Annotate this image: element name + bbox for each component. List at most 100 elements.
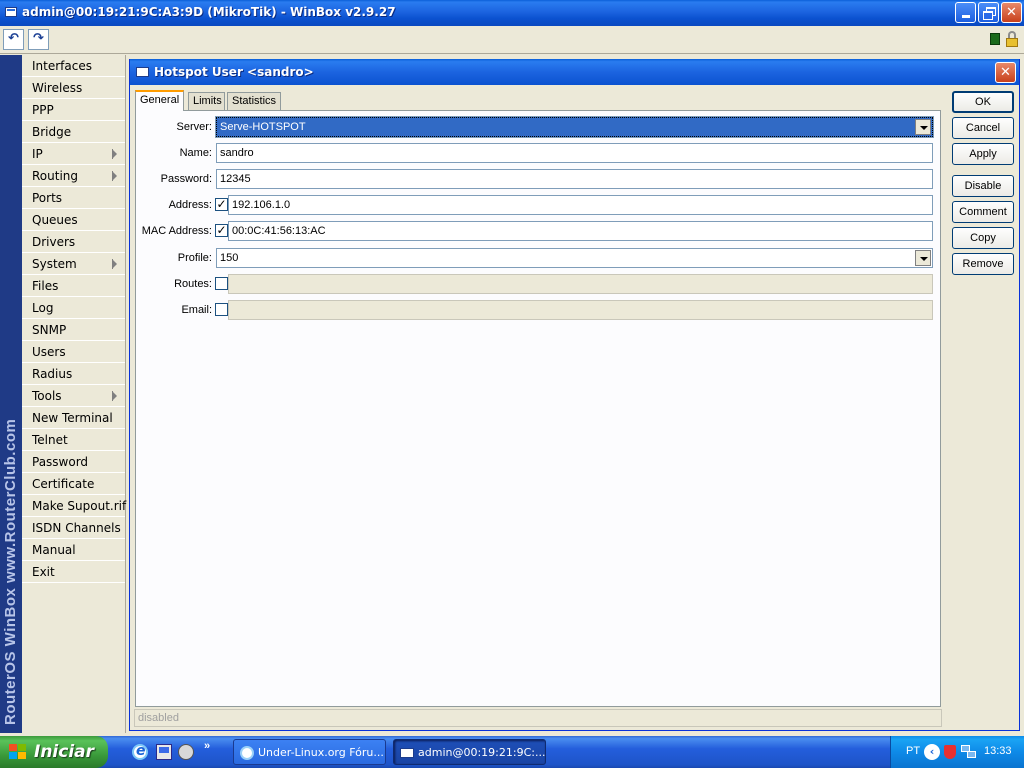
start-button[interactable]: Iniciar [0, 736, 108, 768]
toolbar: ↶ ↷ [0, 26, 1024, 54]
address-checkbox[interactable]: ✓ [215, 198, 228, 211]
taskbar-item-winbox[interactable]: admin@00:19:21:9C:... [393, 739, 546, 765]
menu-item-bridge[interactable]: Bridge [22, 121, 125, 143]
menu-item-label: Bridge [32, 125, 72, 139]
password-label: Password: [160, 173, 212, 185]
menu-item-users[interactable]: Users [22, 341, 125, 363]
menu-item-exit[interactable]: Exit [22, 561, 125, 583]
tab-general[interactable]: General [135, 90, 184, 111]
menu-item-make-supout-rif[interactable]: Make Supout.rif [22, 495, 127, 517]
menu-item-label: Queues [32, 213, 78, 227]
email-checkbox[interactable] [215, 303, 228, 316]
profile-dropdown-arrow-icon[interactable] [915, 250, 931, 266]
menu-item-isdn-channels[interactable]: ISDN Channels [22, 517, 125, 539]
profile-value: 150 [220, 252, 239, 264]
menu-item-wireless[interactable]: Wireless [22, 77, 125, 99]
language-indicator[interactable]: PT [906, 745, 920, 757]
internet-explorer-icon[interactable] [132, 743, 148, 760]
menu-item-label: System [32, 257, 77, 271]
window-titlebar: admin@00:19:21:9C:A3:9D (MikroTik) - Win… [0, 0, 1024, 26]
menu-item-ports[interactable]: Ports [22, 187, 125, 209]
close-icon: ✕ [1000, 65, 1011, 80]
menu-item-label: Certificate [32, 477, 95, 491]
menu-item-certificate[interactable]: Certificate [22, 473, 125, 495]
routes-checkbox[interactable] [215, 277, 228, 290]
taskbar-item-label: admin@00:19:21:9C:... [418, 746, 546, 759]
remove-button[interactable]: Remove [952, 253, 1014, 275]
routes-input [228, 274, 933, 294]
security-shield-icon[interactable] [944, 745, 956, 759]
winbox-app-icon [400, 748, 414, 758]
name-label: Name: [179, 147, 212, 159]
redo-button[interactable]: ↷ [28, 29, 49, 50]
menu-item-password[interactable]: Password [22, 451, 125, 473]
mac-address-row: MAC Address: ✓ 00:0C:41:56:13:AC [136, 221, 936, 241]
menu-item-label: New Terminal [32, 411, 113, 425]
menu-item-routing[interactable]: Routing [22, 165, 125, 187]
submenu-arrow-icon [112, 391, 117, 401]
profile-select[interactable]: 150 [216, 248, 933, 268]
disable-button[interactable]: Disable [952, 175, 1014, 197]
ok-button[interactable]: OK [952, 91, 1014, 113]
clock[interactable]: 13:33 [984, 745, 1012, 757]
menu-item-new-terminal[interactable]: New Terminal [22, 407, 125, 429]
show-desktop-icon[interactable] [156, 744, 172, 760]
password-input[interactable]: 12345 [216, 169, 933, 189]
tab-statistics[interactable]: Statistics [227, 92, 281, 110]
cancel-button[interactable]: Cancel [952, 117, 1014, 139]
menu-item-snmp[interactable]: SNMP [22, 319, 125, 341]
close-button[interactable]: ✕ [1001, 2, 1022, 23]
menu-item-label: Ports [32, 191, 63, 205]
network-connection-icon[interactable] [961, 745, 977, 759]
submenu-arrow-icon [112, 149, 117, 159]
profile-label: Profile: [177, 252, 212, 264]
server-dropdown-arrow-icon[interactable] [915, 119, 931, 135]
menu-item-label: Tools [32, 389, 62, 403]
menu-item-manual[interactable]: Manual [22, 539, 125, 561]
menu-item-radius[interactable]: Radius [22, 363, 125, 385]
menu-item-log[interactable]: Log [22, 297, 125, 319]
brand-text: RouterOS WinBox www.RouterClub.com [2, 418, 19, 725]
mac-address-input[interactable]: 00:0C:41:56:13:AC [228, 221, 933, 241]
server-row: Server: Serve-HOTSPOT [136, 116, 936, 138]
submenu-arrow-icon [112, 171, 117, 181]
address-input[interactable]: 192.106.1.0 [228, 195, 933, 215]
mac-address-checkbox[interactable]: ✓ [215, 224, 228, 237]
server-select[interactable]: Serve-HOTSPOT [215, 116, 934, 138]
copy-button[interactable]: Copy [952, 227, 1014, 249]
dialog-close-button[interactable]: ✕ [995, 62, 1016, 83]
show-hidden-icons-button[interactable]: ‹ [924, 744, 940, 760]
menu-item-ip[interactable]: IP [22, 143, 125, 165]
name-value: sandro [220, 147, 254, 159]
menu-item-files[interactable]: Files [22, 275, 125, 297]
quicklaunch-more-icon[interactable]: » [204, 740, 210, 752]
menu-item-label: Wireless [32, 81, 83, 95]
winbox-app-icon [5, 7, 17, 17]
menu-item-ppp[interactable]: PPP [22, 99, 125, 121]
menu-item-system[interactable]: System [22, 253, 125, 275]
menu-item-tools[interactable]: Tools [22, 385, 125, 407]
menu-item-drivers[interactable]: Drivers [22, 231, 125, 253]
general-tab-panel: Server: Serve-HOTSPOT Name: sandro Passw… [135, 110, 941, 707]
minimize-button[interactable] [955, 2, 976, 23]
taskbar-item-browser[interactable]: Under-Linux.org Fóru... [233, 739, 386, 765]
media-player-icon[interactable] [178, 744, 194, 760]
apply-button[interactable]: Apply [952, 143, 1014, 165]
password-value: 12345 [220, 173, 251, 185]
undo-button[interactable]: ↶ [3, 29, 24, 50]
restore-button[interactable] [978, 2, 999, 23]
status-bar: disabled [134, 709, 942, 727]
window-icon [136, 67, 149, 77]
profile-row: Profile: 150 [136, 248, 936, 268]
menu-item-telnet[interactable]: Telnet [22, 429, 125, 451]
menu-item-queues[interactable]: Queues [22, 209, 125, 231]
name-input[interactable]: sandro [216, 143, 933, 163]
comment-button[interactable]: Comment [952, 201, 1014, 223]
menu-item-interfaces[interactable]: Interfaces [22, 55, 125, 77]
restore-icon [982, 7, 996, 20]
address-label: Address: [168, 199, 212, 211]
server-value: Serve-HOTSPOT [220, 121, 306, 133]
tab-limits[interactable]: Limits [188, 92, 225, 110]
menu-item-label: Make Supout.rif [32, 499, 127, 513]
main-menu: Interfaces Wireless PPP Bridge IP Routing Port… [22, 55, 126, 733]
